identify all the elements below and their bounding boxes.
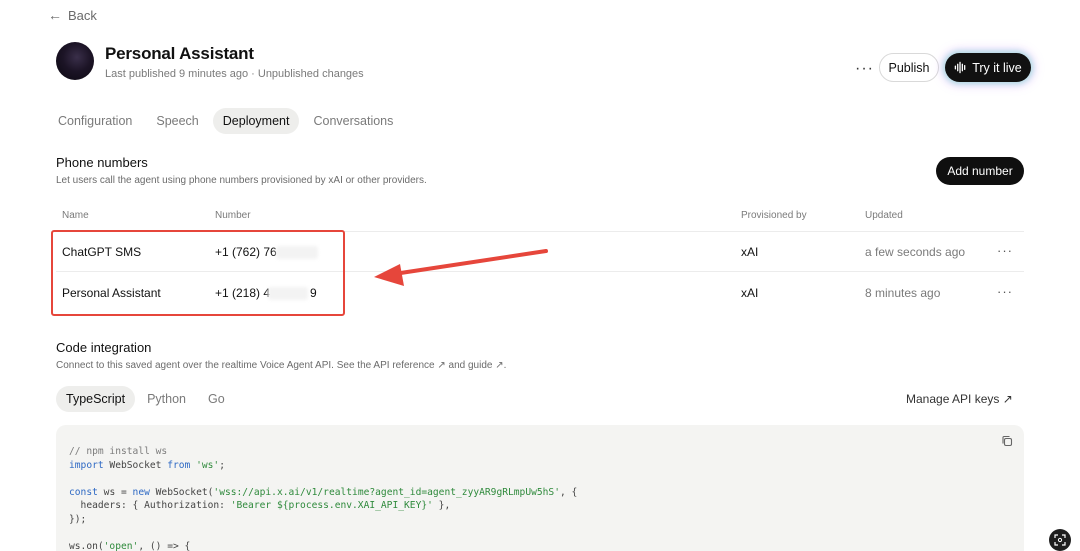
tab-bar: Configuration Speech Deployment Conversa… xyxy=(48,108,403,134)
arrow-left-icon: ← xyxy=(48,7,62,23)
code-block: // npm install ws import WebSocket from … xyxy=(56,425,1024,551)
publish-status: Last published 9 minutes ago · Unpublish… xyxy=(105,68,364,80)
try-it-live-label: Try it live xyxy=(972,60,1022,75)
scan-icon[interactable] xyxy=(1049,529,1071,551)
phone-numbers-heading: Phone numbers xyxy=(56,155,148,170)
scan-glyph xyxy=(1054,534,1066,546)
back-link[interactable]: ← Back xyxy=(48,7,97,23)
row-2-updated: 8 minutes ago xyxy=(865,286,941,300)
code-snippet: // npm install ws import WebSocket from … xyxy=(69,445,577,551)
annotation-highlight-box xyxy=(51,230,345,316)
tab-speech[interactable]: Speech xyxy=(146,108,208,134)
tab-conversations[interactable]: Conversations xyxy=(303,108,403,134)
tab-deployment[interactable]: Deployment xyxy=(212,108,300,134)
tab-python[interactable]: Python xyxy=(137,386,196,412)
back-label: Back xyxy=(68,7,97,23)
add-number-button[interactable]: Add number xyxy=(936,157,1024,185)
publish-button[interactable]: Publish xyxy=(879,53,939,82)
code-line: const ws = new WebSocket('wss://api.x.ai… xyxy=(69,486,578,498)
code-line: import WebSocket from 'ws'; xyxy=(69,459,225,471)
more-options-icon[interactable]: ··· xyxy=(855,60,874,78)
page-title: Personal Assistant xyxy=(105,44,254,63)
annotation-arrow xyxy=(374,249,548,286)
manage-api-keys-link[interactable]: Manage API keys ↗ xyxy=(906,392,1013,406)
column-header-provisioned-by: Provisioned by xyxy=(741,210,807,221)
tab-typescript[interactable]: TypeScript xyxy=(56,386,136,412)
code-line: }); xyxy=(69,513,87,525)
column-header-name: Name xyxy=(62,210,89,221)
language-tabs: TypeScript Python Go xyxy=(56,386,235,412)
waveform-icon xyxy=(954,61,966,74)
try-it-live-button[interactable]: Try it live xyxy=(945,53,1031,82)
code-line: // npm install ws xyxy=(69,446,168,457)
code-line: ws.on('open', () => { xyxy=(69,540,191,551)
code-line: headers: { Authorization: 'Bearer ${proc… xyxy=(69,500,451,511)
row-2-more-icon[interactable]: ··· xyxy=(997,284,1013,299)
row-1-provider: xAI xyxy=(741,245,759,259)
code-integration-description: Connect to this saved agent over the rea… xyxy=(56,360,507,371)
column-header-number: Number xyxy=(215,210,251,221)
tab-configuration[interactable]: Configuration xyxy=(48,108,142,134)
column-header-updated: Updated xyxy=(865,210,903,221)
tab-go[interactable]: Go xyxy=(198,386,235,412)
copy-icon[interactable] xyxy=(1001,435,1013,447)
row-1-updated: a few seconds ago xyxy=(865,245,966,259)
row-1-more-icon[interactable]: ··· xyxy=(997,243,1013,258)
row-2-provider: xAI xyxy=(741,286,759,300)
code-integration-heading: Code integration xyxy=(56,340,152,355)
phone-numbers-description: Let users call the agent using phone num… xyxy=(56,175,427,186)
agent-avatar xyxy=(56,42,94,80)
